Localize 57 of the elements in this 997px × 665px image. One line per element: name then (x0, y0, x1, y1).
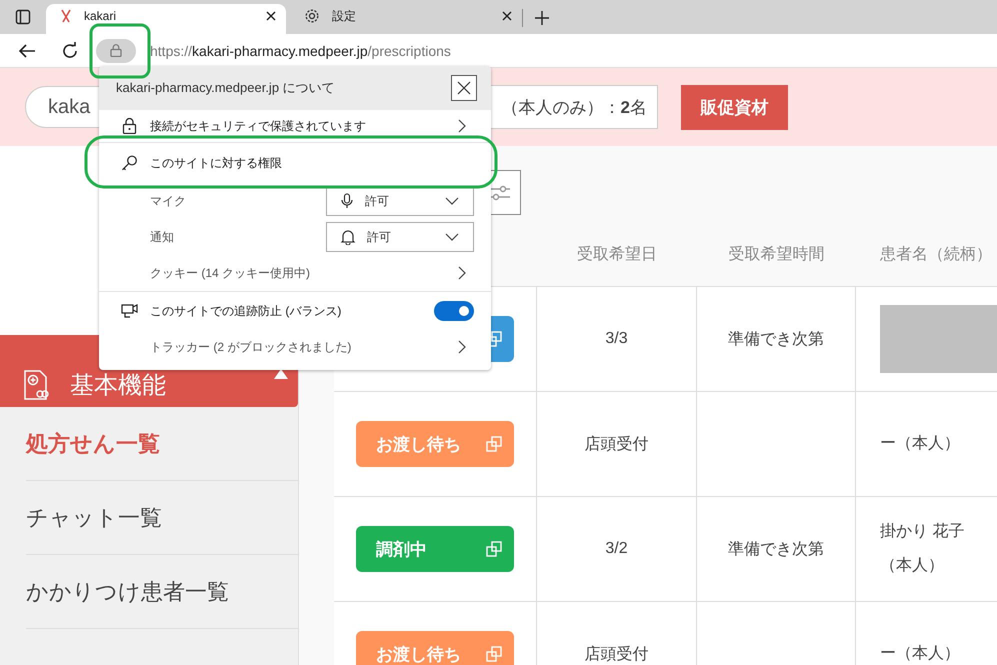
table-cell-text: 準備でき次第 (728, 330, 824, 350)
tab-title: 設定 (332, 8, 357, 24)
sidebar-panel-icon[interactable] (15, 9, 31, 25)
column-header: 患者名（続柄） (880, 246, 992, 263)
key-icon (121, 155, 138, 171)
highlight-outline (89, 23, 151, 79)
table-cell-text: ー（本人） (880, 434, 961, 454)
camera-monitor-icon (121, 303, 138, 319)
close-icon (457, 81, 471, 95)
prescription-icon (22, 369, 50, 401)
popup-label: このサイトでの追跡防止 (バランス) (150, 302, 342, 320)
table-cell-text: 掛かり 花子（本人） (880, 522, 966, 576)
promo-materials-button[interactable]: 販促資材 (681, 84, 788, 130)
popup-label: マイク (150, 192, 187, 210)
browser-tab[interactable]: kakari (46, 4, 286, 34)
popup-label: 接続がセキュリティで保護されています (150, 118, 367, 134)
chevron-right-icon[interactable] (458, 266, 466, 280)
popup-label: このサイトに対する権限 (150, 154, 283, 172)
popup-label: クッキー (14 クッキー使用中) (150, 264, 312, 282)
address-field[interactable]: https://kakari-pharmacy.medpeer.jp/prescriptions (150, 42, 451, 58)
lock-icon (121, 118, 138, 134)
chevron-down-icon (445, 233, 459, 241)
table-cell-text: 店頭受付 (584, 434, 648, 454)
popup-label: 通知 (150, 228, 175, 246)
sidebar-link[interactable]: かかりつけ患者一覧 (26, 576, 229, 606)
lock-icon (110, 44, 122, 57)
bell-icon (341, 229, 355, 245)
permission-dropdown[interactable]: 許可 (326, 186, 474, 216)
close-icon[interactable] (502, 11, 512, 21)
table-cell: 3/3 (605, 330, 628, 348)
column-header: 受取希望日 (577, 246, 657, 263)
permission-dropdown[interactable]: 許可 (326, 222, 474, 252)
sidebar-link[interactable]: チャット一覧 (26, 502, 162, 532)
column-header: 受取希望時間 (728, 246, 824, 263)
copy-icon (486, 436, 502, 452)
table-cell: 3/2 (605, 540, 628, 558)
site-info-button[interactable] (96, 38, 136, 62)
close-button[interactable] (451, 75, 477, 101)
table-cell-text: 店頭受付 (584, 644, 648, 664)
chevron-right-icon[interactable] (458, 119, 466, 133)
table-cell-text: ー（本人） (880, 644, 961, 664)
copy-icon (486, 646, 502, 662)
toggle-switch[interactable] (434, 301, 474, 321)
gear-icon (304, 8, 320, 24)
tab-title: kakari (84, 9, 118, 23)
chevron-down-icon (445, 197, 459, 205)
back-arrow-icon[interactable] (18, 42, 36, 58)
copy-icon (486, 541, 502, 557)
table-cell-text: 準備でき次第 (728, 540, 824, 560)
chevron-right-icon[interactable] (458, 340, 466, 354)
reload-icon[interactable] (61, 42, 79, 60)
popup-title: kakari-pharmacy.medpeer.jp について (116, 79, 336, 97)
microphone-icon (341, 193, 353, 209)
section-title: 基本機能 (70, 371, 167, 401)
new-tab-icon[interactable] (535, 11, 549, 25)
browser-tab[interactable]: 設定 (290, 4, 522, 34)
close-icon[interactable] (266, 11, 276, 21)
